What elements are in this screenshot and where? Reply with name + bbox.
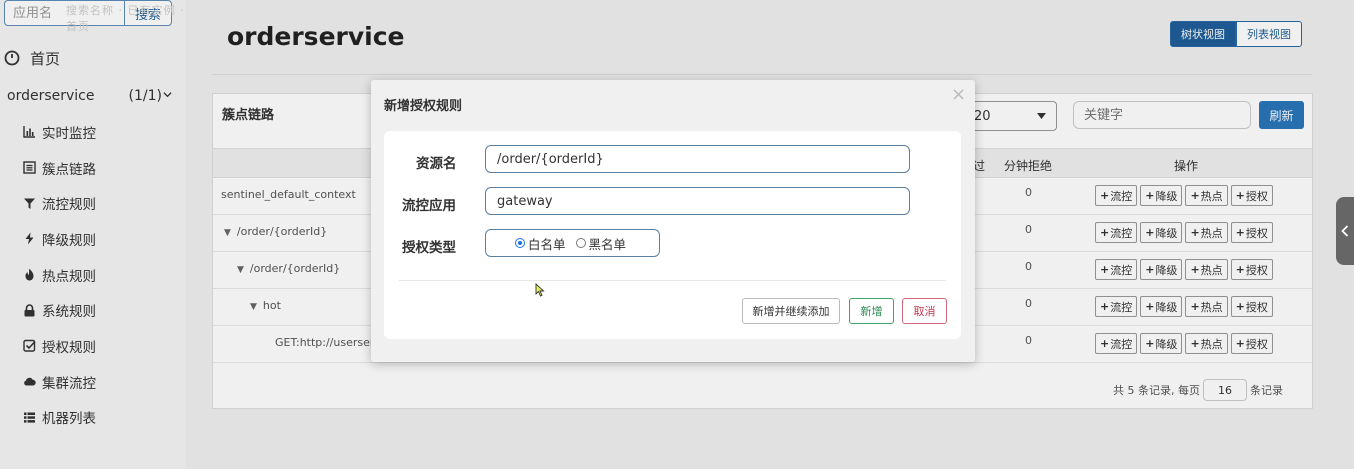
add-button[interactable]: 新增 [849, 298, 894, 324]
dialog-form: 资源名 流控应用 授权类型 白名单 黑名单 新增并继续添加 新增 取消 [384, 131, 961, 339]
whitelist-option[interactable]: 白名单 [515, 234, 566, 253]
blacklist-label: 黑名单 [588, 236, 627, 252]
limit-app-input[interactable] [485, 187, 910, 215]
authority-type-label: 授权类型 [402, 240, 456, 256]
side-drawer-toggle[interactable] [1336, 197, 1354, 265]
cancel-button[interactable]: 取消 [902, 298, 947, 324]
chevron-left-icon [1341, 225, 1349, 237]
blacklist-radio[interactable] [575, 238, 586, 248]
authority-type-radios: 白名单 黑名单 [485, 229, 660, 257]
add-and-continue-button[interactable]: 新增并继续添加 [742, 298, 840, 324]
blacklist-option[interactable]: 黑名单 [575, 234, 627, 253]
add-authority-rule-dialog: 新增授权规则 × 资源名 流控应用 授权类型 白名单 黑名单 新增并继续添加 新… [371, 80, 975, 362]
resource-name-label: 资源名 [416, 156, 457, 172]
resource-name-input[interactable] [485, 145, 910, 173]
divider [399, 280, 946, 281]
whitelist-label: 白名单 [528, 236, 566, 252]
limit-app-label: 流控应用 [402, 198, 456, 214]
close-icon[interactable]: × [951, 84, 966, 105]
whitelist-radio[interactable] [515, 238, 525, 248]
dialog-title: 新增授权规则 [384, 99, 463, 114]
mouse-cursor-icon [535, 283, 545, 297]
